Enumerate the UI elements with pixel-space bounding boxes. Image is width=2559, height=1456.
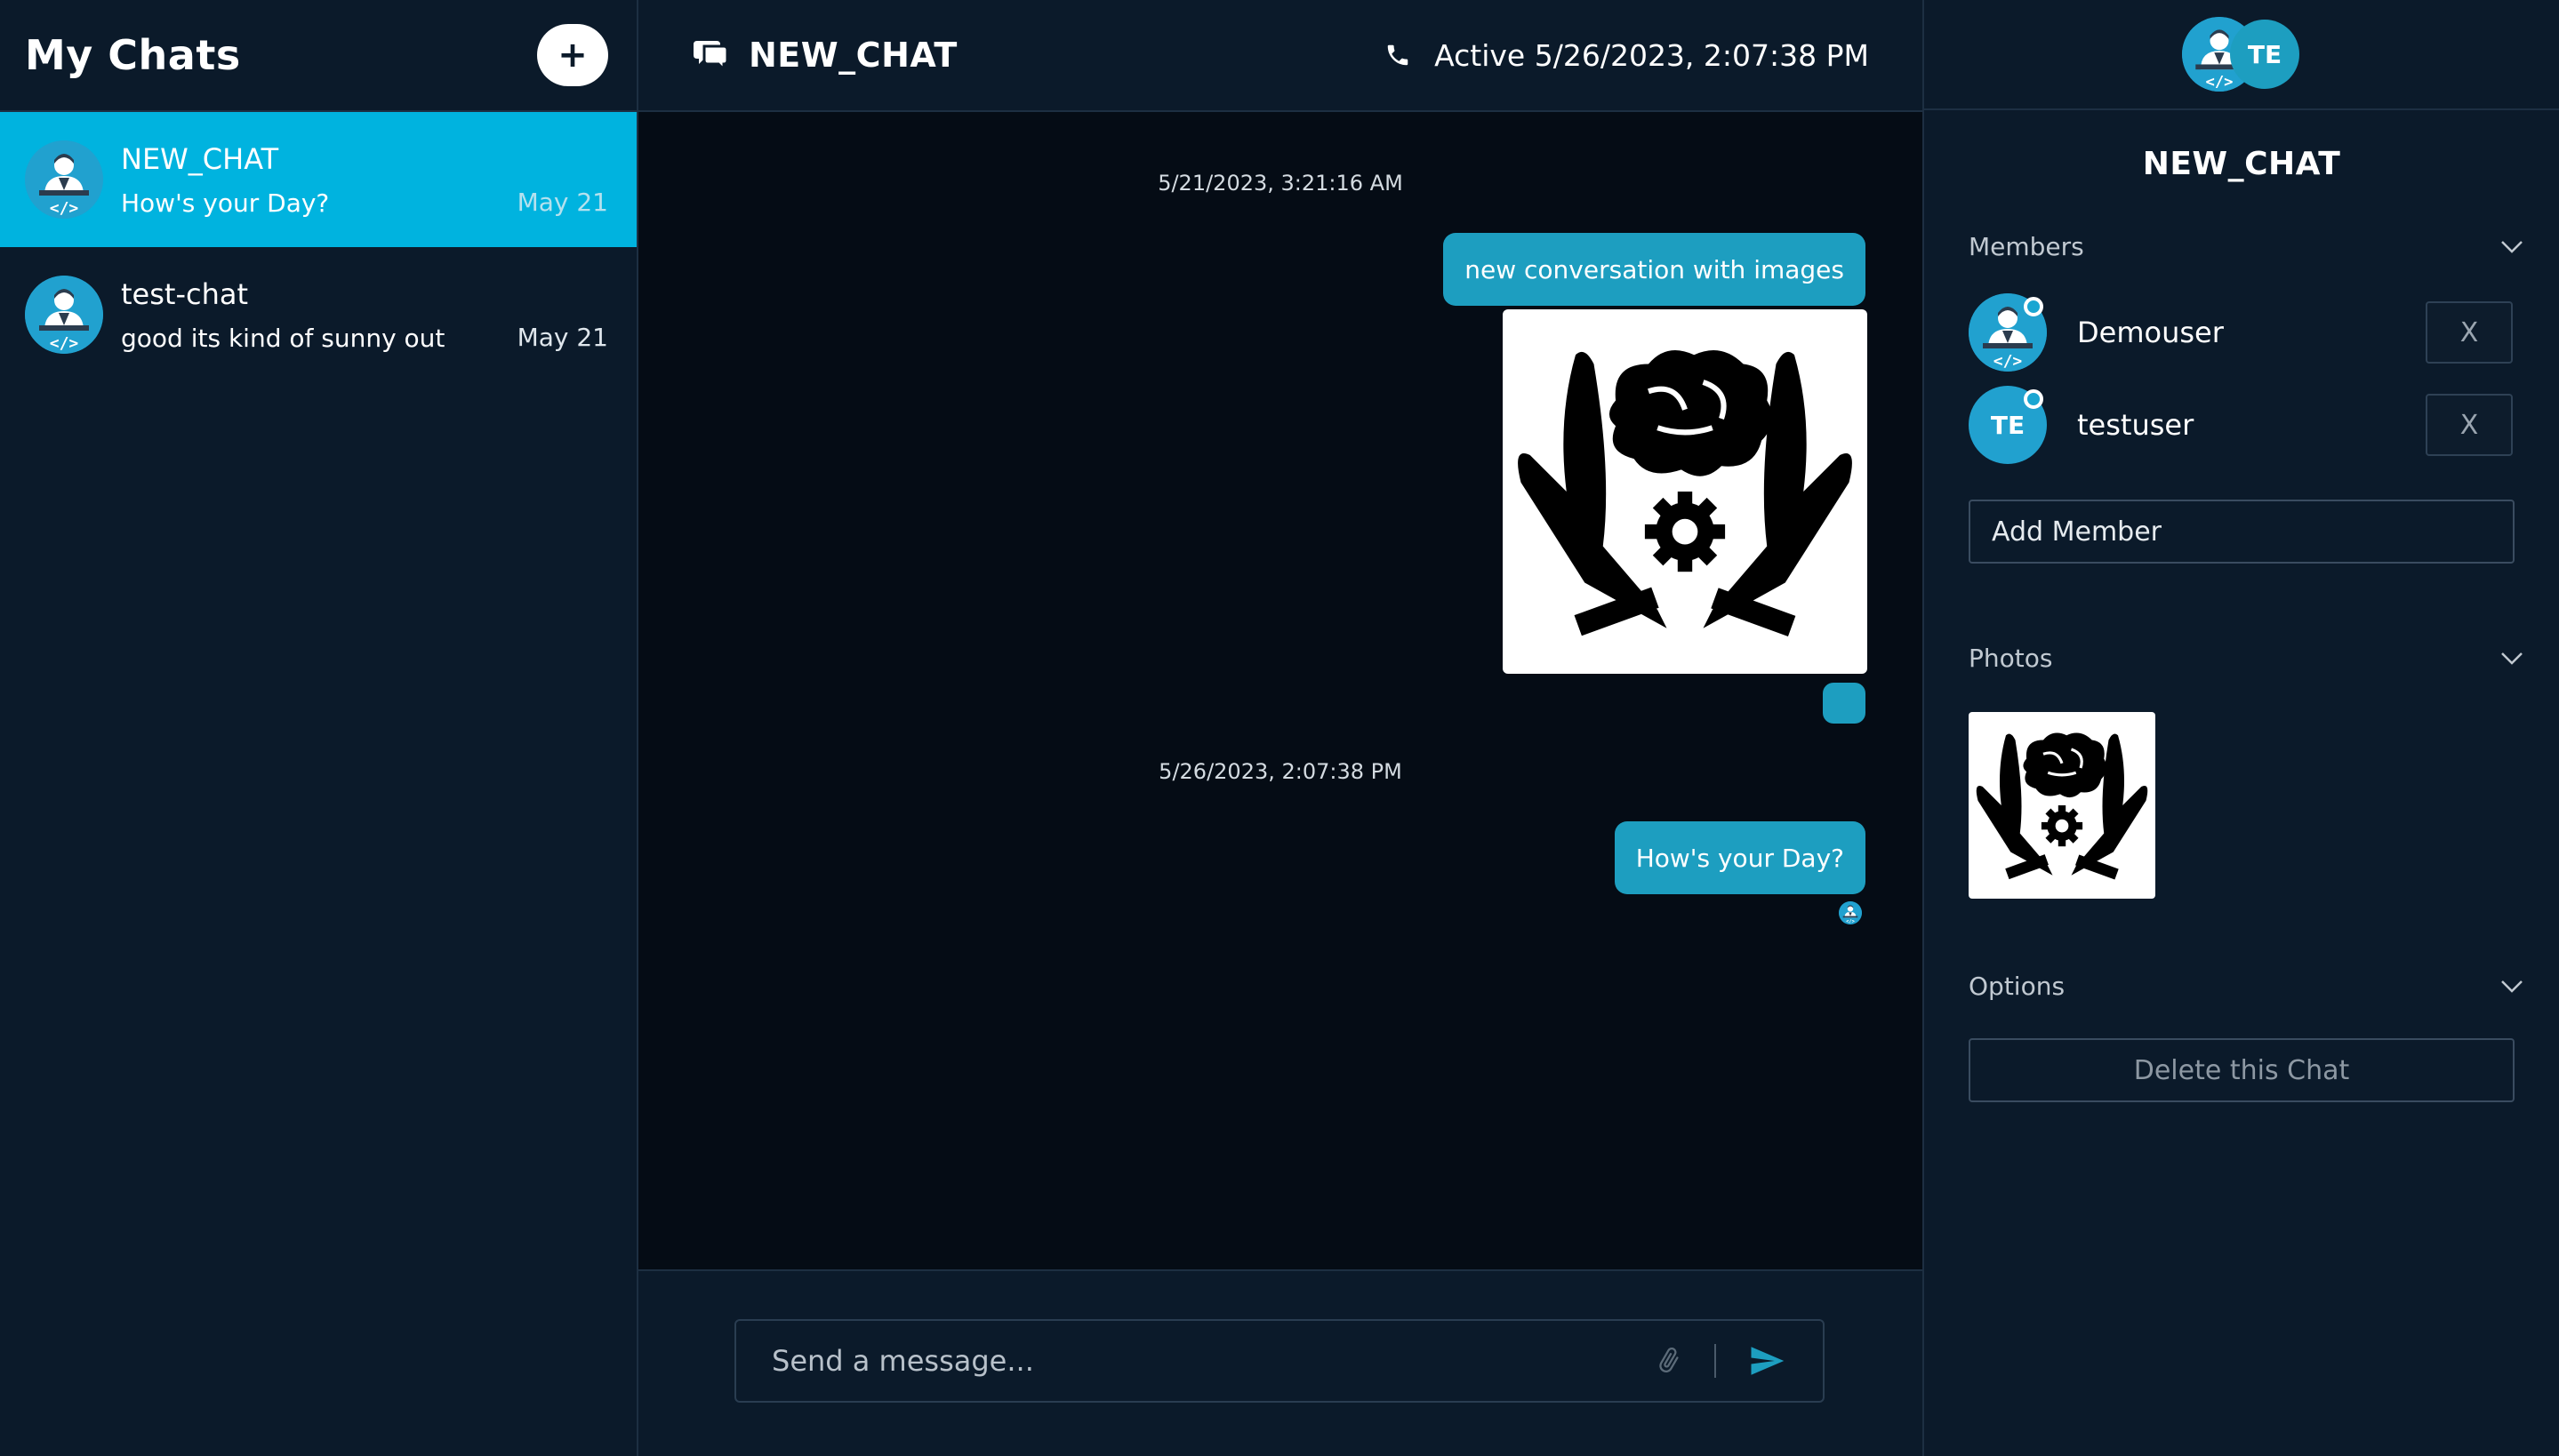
add-member-input[interactable]	[1992, 516, 2491, 548]
chat-date: May 21	[517, 188, 608, 217]
photos-section-header[interactable]: Photos	[1969, 644, 2523, 673]
chat-name: NEW_CHAT	[121, 141, 279, 176]
read-receipt-avatar	[1839, 901, 1862, 924]
member-row: Demouser X	[1969, 286, 2513, 379]
chat-name: test-chat	[121, 276, 249, 311]
developer-avatar-icon	[25, 276, 103, 354]
avatar: TE	[1969, 386, 2047, 464]
message-input-box	[734, 1319, 1825, 1403]
online-indicator	[2024, 389, 2043, 409]
chat-list-item[interactable]: NEW_CHAT How's your Day? May 21	[0, 112, 637, 247]
phone-icon[interactable]	[1384, 42, 1411, 68]
paperclip-icon[interactable]	[1654, 1344, 1684, 1378]
composer	[638, 1269, 1922, 1456]
online-indicator	[2024, 297, 2043, 316]
photo-thumbnail[interactable]	[1969, 712, 2155, 899]
delete-chat-button[interactable]: Delete this Chat	[1969, 1038, 2515, 1102]
options-label: Options	[1969, 972, 2066, 1001]
sidebar-title: My Chats	[25, 31, 241, 79]
member-name: testuser	[2077, 408, 2194, 442]
chat-preview: How's your Day?	[121, 188, 330, 218]
remove-member-button[interactable]: X	[2426, 394, 2513, 456]
options-section-header[interactable]: Options	[1969, 972, 2523, 1001]
conversation-panel: NEW_CHAT Active 5/26/2023, 2:07:38 PM 5/…	[638, 0, 1922, 1456]
chat-list-sidebar: My Chats + NEW_CHAT How's your Day? May …	[0, 0, 638, 1456]
conversation-header: NEW_CHAT Active 5/26/2023, 2:07:38 PM	[638, 0, 1922, 112]
members-label: Members	[1969, 232, 2084, 261]
brain-hands-image-icon	[1969, 712, 2155, 899]
chat-list-item[interactable]: test-chat good its kind of sunny out tod…	[0, 247, 637, 382]
message-input[interactable]	[772, 1344, 1654, 1378]
members-section-header[interactable]: Members	[1969, 232, 2523, 261]
sidebar-header: My Chats +	[0, 0, 637, 112]
new-chat-button[interactable]: +	[537, 24, 608, 86]
member-row: TE testuser X	[1969, 379, 2513, 471]
member-name: Demouser	[2077, 316, 2224, 349]
send-icon[interactable]	[1746, 1342, 1787, 1380]
message-bubble[interactable]: new conversation with images	[1443, 233, 1865, 306]
photos-label: Photos	[1969, 644, 2053, 673]
avatar-initials: TE	[1990, 410, 2026, 440]
chevron-down-icon[interactable]	[2500, 652, 2523, 666]
details-title: NEW_CHAT	[2142, 146, 2341, 182]
message-bubble[interactable]: How's your Day?	[1614, 821, 1865, 894]
avatar	[1969, 293, 2047, 372]
remove-member-button[interactable]: X	[2426, 301, 2513, 364]
message-timestamp: 5/26/2023, 2:07:38 PM	[1159, 759, 1402, 784]
add-member-field	[1969, 500, 2515, 564]
developer-avatar-icon	[25, 140, 103, 219]
message-timestamp: 5/21/2023, 3:21:16 AM	[1158, 171, 1403, 196]
chat-details-panel: TE NEW_CHAT Members Demouser X TE testus…	[1922, 0, 2559, 1456]
chat-date: May 21	[517, 323, 608, 352]
status-text: Active 5/26/2023, 2:07:38 PM	[1434, 37, 1869, 73]
chevron-down-icon[interactable]	[2500, 240, 2523, 254]
avatar	[25, 140, 103, 219]
chevron-down-icon[interactable]	[2500, 980, 2523, 994]
details-header: TE	[1924, 0, 2559, 110]
message-image[interactable]	[1503, 309, 1867, 674]
member-avatars: TE	[2182, 17, 2301, 92]
avatar-initials: TE	[2230, 20, 2299, 89]
chat-bubbles-icon	[694, 41, 729, 71]
avatar	[25, 276, 103, 354]
divider	[1714, 1344, 1716, 1378]
message-bubble-empty[interactable]	[1823, 683, 1865, 724]
conversation-title: NEW_CHAT	[749, 36, 958, 75]
chat-preview: good its kind of sunny out today	[121, 323, 450, 353]
brain-hands-image-icon	[1503, 309, 1867, 674]
